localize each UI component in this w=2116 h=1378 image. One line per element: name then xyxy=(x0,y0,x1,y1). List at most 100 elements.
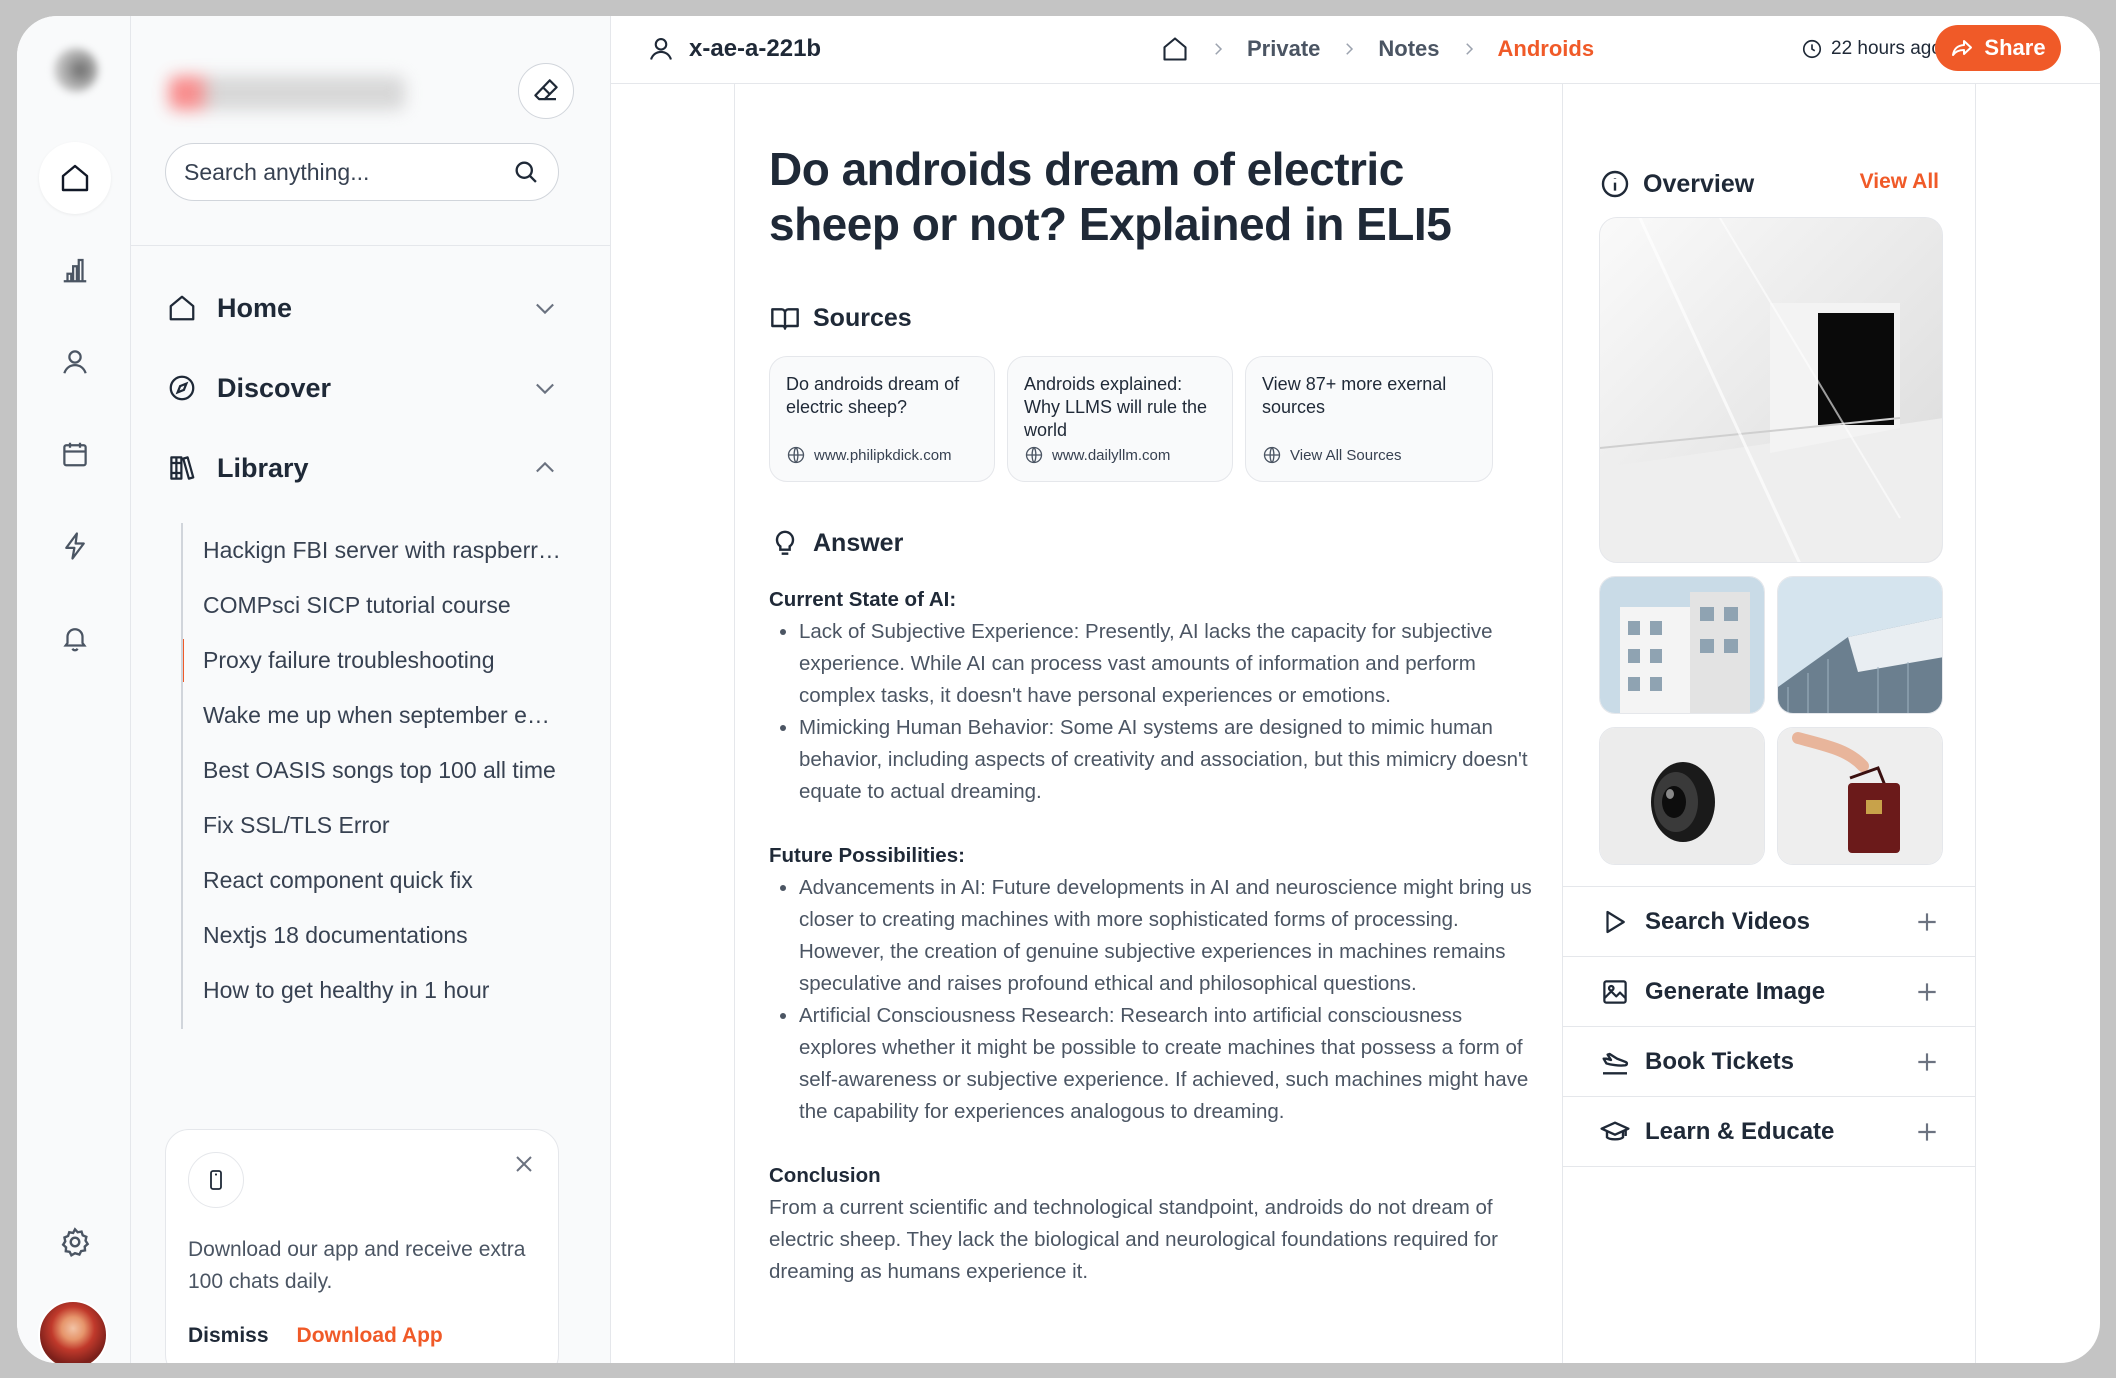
overview-thumbnail[interactable] xyxy=(1777,727,1943,865)
overview-thumbnail[interactable] xyxy=(1777,576,1943,714)
lightning-rail-button[interactable] xyxy=(39,510,111,582)
source-card[interactable]: Androids explained: Why LLMS will rule t… xyxy=(1007,356,1233,482)
search-icon[interactable] xyxy=(512,158,540,186)
answer-heading: Answer xyxy=(769,527,903,559)
breadcrumb-item[interactable]: Private xyxy=(1247,36,1320,62)
brand-logo xyxy=(169,76,405,110)
action-label: Book Tickets xyxy=(1645,1047,1794,1075)
view-all-sources-link[interactable]: View All Sources xyxy=(1290,447,1401,464)
book-tickets-row[interactable]: Book Tickets xyxy=(1563,1027,1976,1097)
chevron-up-icon[interactable] xyxy=(531,454,559,482)
source-title: Androids explained: Why LLMS will rule t… xyxy=(1024,374,1208,440)
user-icon xyxy=(650,38,672,60)
view-more-sources-card[interactable]: View 87+ more exernal sources View All S… xyxy=(1245,356,1493,482)
share-label: Share xyxy=(1984,35,2046,60)
bullet-item: Mimicking Human Behavior: Some AI system… xyxy=(799,712,1539,808)
bullet-item: Lack of Subjective Experience: Presently… xyxy=(799,616,1539,712)
lightning-icon xyxy=(65,532,85,560)
share-icon xyxy=(1952,40,1973,56)
bullet-item: Advancements in AI: Future developments … xyxy=(799,872,1539,1000)
globe-icon xyxy=(1025,446,1043,464)
overview-thumbnail[interactable] xyxy=(1599,727,1765,865)
library-item[interactable]: React component quick fix xyxy=(183,853,561,908)
overview-heading-text: Overview xyxy=(1643,169,1755,198)
nav-library-label: Library xyxy=(217,452,309,483)
source-url: View All Sources xyxy=(1262,445,1401,465)
search-videos-row[interactable]: Search Videos xyxy=(1563,887,1976,957)
library-item[interactable]: COMPsci SICP tutorial course xyxy=(183,578,561,633)
new-chat-button[interactable] xyxy=(518,63,574,119)
topbar: x-ae-a-221b Private Notes Androids 22 ho… xyxy=(611,16,2100,84)
plus-icon[interactable] xyxy=(1914,1119,1940,1145)
library-item[interactable]: Hackign FBI server with raspberry pi xyxy=(183,523,561,578)
overview-heading: Overview xyxy=(1599,168,1754,200)
article-title: Do androids dream of electric sheep or n… xyxy=(769,143,1452,250)
breadcrumb-item[interactable]: Notes xyxy=(1378,36,1439,62)
library-item[interactable]: Wake me up when september ends xyxy=(183,688,561,743)
analytics-rail-button[interactable] xyxy=(39,234,111,306)
user-avatar[interactable] xyxy=(38,1300,108,1363)
answer-body: Current State of AI: Lack of Subjective … xyxy=(769,584,1539,1288)
calendar-rail-button[interactable] xyxy=(39,418,111,490)
library-list: Hackign FBI server with raspberry pi COM… xyxy=(181,523,561,1029)
view-all-link[interactable]: View All xyxy=(1860,170,1939,194)
source-url: www.dailyllm.com xyxy=(1024,445,1170,465)
profile-rail-button[interactable] xyxy=(39,326,111,398)
last-updated-text: 22 hours ago xyxy=(1831,38,1942,59)
user-icon xyxy=(63,350,87,374)
source-url-text: www.philipkdick.com xyxy=(814,446,952,464)
action-label: Search Videos xyxy=(1645,907,1810,935)
home-icon[interactable] xyxy=(1161,35,1189,63)
globe-icon xyxy=(1263,446,1281,464)
chevron-down-icon[interactable] xyxy=(531,294,559,322)
overview-main-image[interactable] xyxy=(1599,217,1943,563)
lightbulb-icon xyxy=(775,530,795,555)
library-item[interactable]: Nextjs 18 documentations xyxy=(183,908,561,963)
library-item[interactable]: Fix SSL/TLS Error xyxy=(183,798,561,853)
nav-library[interactable]: Library xyxy=(165,444,559,492)
last-updated: 22 hours ago xyxy=(1801,38,1942,60)
search-box xyxy=(165,143,559,201)
user-id-text: x-ae-a-221b xyxy=(689,35,822,62)
settings-rail-button[interactable] xyxy=(39,1206,111,1278)
share-button[interactable]: Share xyxy=(1935,25,2061,71)
chevron-down-icon[interactable] xyxy=(531,374,559,402)
library-item-active[interactable]: Proxy failure troubleshooting xyxy=(183,633,561,688)
section-heading: Future Possibilities: xyxy=(769,844,965,867)
library-icon xyxy=(165,451,199,485)
info-icon xyxy=(1601,170,1629,198)
plus-icon[interactable] xyxy=(1914,979,1940,1005)
learn-educate-row[interactable]: Learn & Educate xyxy=(1563,1097,1976,1167)
eraser-icon xyxy=(534,79,558,101)
notifications-rail-button[interactable] xyxy=(39,602,111,674)
library-item[interactable]: How to get healthy in 1 hour xyxy=(183,963,561,1018)
source-card[interactable]: Do androids dream of electric sheep? www… xyxy=(769,356,995,482)
sources-list: Do androids dream of electric sheep? www… xyxy=(769,356,1493,482)
sources-heading-text: Sources xyxy=(813,303,912,332)
phone-icon xyxy=(188,1152,244,1208)
close-icon[interactable] xyxy=(512,1152,536,1176)
calendar-icon xyxy=(63,442,87,467)
overview-thumbnail[interactable] xyxy=(1599,576,1765,714)
home-rail-button[interactable] xyxy=(39,142,111,214)
plus-icon[interactable] xyxy=(1914,1049,1940,1075)
generate-image-row[interactable]: Generate Image xyxy=(1563,957,1976,1027)
chevron-right-icon xyxy=(1460,40,1478,58)
conclusion-text: From a current scientific and technologi… xyxy=(769,1196,1498,1283)
chevron-right-icon xyxy=(1340,40,1358,58)
app-window: Home Discover Library Hackign FBI server… xyxy=(17,16,2100,1363)
breadcrumb-current[interactable]: Androids xyxy=(1498,36,1595,62)
user-id[interactable]: x-ae-a-221b xyxy=(647,35,821,63)
section-heading: Current State of AI: xyxy=(769,588,957,611)
plus-icon[interactable] xyxy=(1914,909,1940,935)
nav-discover[interactable]: Discover xyxy=(165,364,559,412)
action-label: Learn & Educate xyxy=(1645,1117,1835,1145)
nav-home[interactable]: Home xyxy=(165,284,559,332)
library-item[interactable]: Best OASIS songs top 100 all time xyxy=(183,743,561,798)
dismiss-button[interactable]: Dismiss xyxy=(188,1324,269,1348)
play-icon xyxy=(1599,906,1631,938)
compass-icon xyxy=(165,371,199,405)
bar-chart-icon xyxy=(63,258,87,283)
download-app-button[interactable]: Download App xyxy=(297,1324,443,1348)
search-input[interactable] xyxy=(184,158,512,186)
